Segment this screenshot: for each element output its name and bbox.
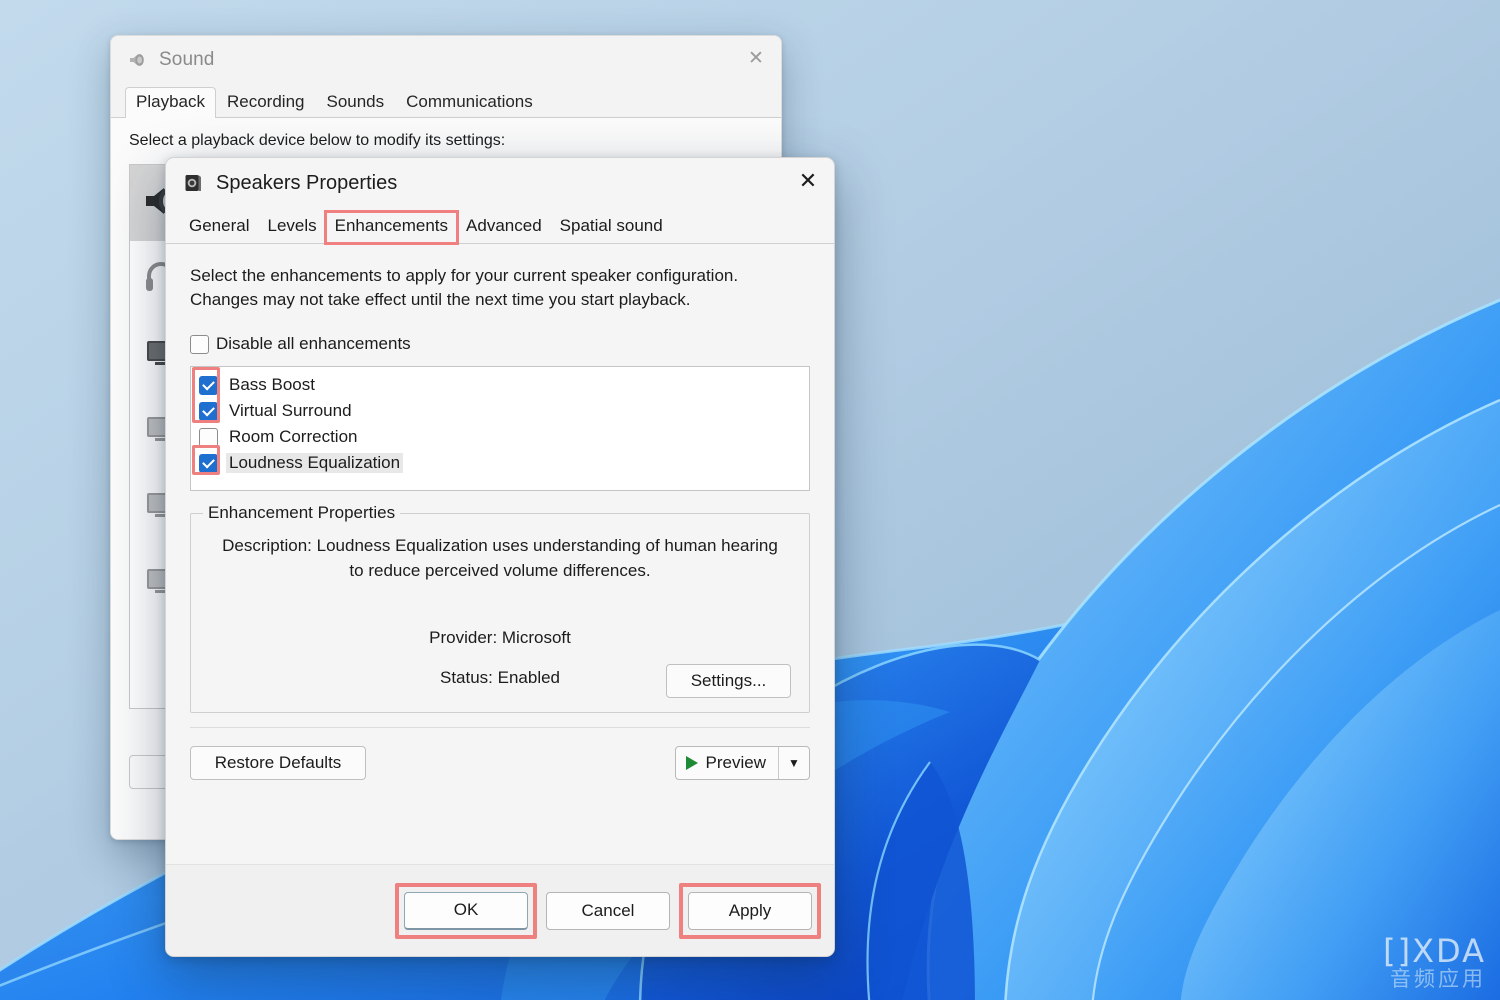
playback-instruction: Select a playback device below to modify…	[129, 132, 506, 149]
ok-button-annotation: OK	[395, 882, 537, 939]
enhancement-item-virtual-surround[interactable]: Virtual Surround	[197, 398, 803, 424]
disable-all-enhancements-checkbox[interactable]	[190, 334, 209, 354]
sound-titlebar[interactable]: Sound ✕	[111, 36, 781, 84]
tab-spatial-sound[interactable]: Spatial sound	[551, 212, 672, 243]
enhancement-provider: Provider: Microsoft	[429, 627, 571, 647]
desktop: Sound ✕ Playback Recording Sounds Commun…	[0, 0, 1500, 1000]
tab-communications[interactable]: Communications	[395, 87, 544, 118]
tab-playback[interactable]: Playback	[125, 87, 216, 118]
watermark: []XDA 音频应用	[1383, 935, 1486, 990]
settings-button[interactable]: Settings...	[666, 664, 791, 699]
room-correction-checkbox[interactable]	[199, 427, 218, 447]
play-icon	[685, 756, 698, 771]
speaker-box-icon	[182, 172, 204, 194]
watermark-subtitle: 音频应用	[1390, 968, 1486, 991]
speaker-icon	[127, 50, 147, 70]
watermark-brand: []XDA	[1383, 932, 1486, 970]
cancel-button[interactable]: Cancel	[546, 891, 670, 930]
enhancements-list[interactable]: Bass Boost Virtual Surround Room Correct…	[190, 366, 810, 492]
tab-advanced[interactable]: Advanced	[457, 212, 551, 243]
tab-levels[interactable]: Levels	[258, 212, 325, 243]
enhancements-intro-text: Select the enhancements to apply for you…	[190, 266, 739, 310]
properties-dialog-title: Speakers Properties	[216, 171, 398, 194]
properties-titlebar[interactable]: Speakers Properties ✕	[166, 158, 834, 208]
enhancement-properties-legend: Enhancement Properties	[203, 503, 401, 524]
enhancement-item-room-correction[interactable]: Room Correction	[197, 424, 803, 450]
sound-tab-bar[interactable]: Playback Recording Sounds Communications	[111, 84, 781, 118]
sound-window-title: Sound	[159, 49, 215, 70]
close-icon[interactable]: ✕	[782, 158, 834, 204]
bass-boost-checkbox[interactable]	[199, 375, 218, 395]
enhancement-label: Room Correction	[229, 427, 358, 447]
apply-button-annotation: Apply	[679, 882, 821, 939]
loudness-equalization-checkbox[interactable]	[199, 453, 218, 473]
enhancement-label: Virtual Surround	[229, 401, 352, 421]
enhancement-label: Bass Boost	[229, 375, 315, 395]
virtual-surround-checkbox[interactable]	[199, 401, 218, 421]
speakers-properties-dialog[interactable]: Speakers Properties ✕ General Levels Enh…	[165, 157, 835, 957]
enhancement-description: Description: Loudness Equalization uses …	[222, 536, 778, 580]
ok-button[interactable]: OK	[404, 891, 528, 930]
disable-all-enhancements-label: Disable all enhancements	[216, 334, 411, 354]
enhancement-properties-group: Enhancement Properties Description: Loud…	[190, 503, 810, 714]
properties-tab-bar[interactable]: General Levels Enhancements Advanced Spa…	[166, 208, 834, 245]
tab-general[interactable]: General	[180, 212, 258, 243]
chevron-down-icon[interactable]: ▼	[779, 747, 809, 779]
section-divider	[190, 727, 810, 729]
tab-enhancements[interactable]: Enhancements	[323, 210, 460, 245]
preview-button-label: Preview	[705, 753, 766, 773]
close-icon[interactable]: ✕	[731, 36, 781, 80]
enhancement-label: Loudness Equalization	[226, 453, 404, 474]
tab-sounds[interactable]: Sounds	[315, 87, 395, 118]
cancel-button-wrap: Cancel	[546, 891, 670, 930]
enhancement-actions-row: Restore Defaults Preview ▼	[190, 746, 810, 781]
dialog-footer: OK Cancel Apply	[166, 864, 834, 956]
preview-split-button[interactable]: Preview ▼	[674, 746, 810, 781]
apply-button[interactable]: Apply	[688, 891, 812, 930]
preview-button[interactable]: Preview	[676, 747, 779, 780]
enhancement-item-bass-boost[interactable]: Bass Boost	[197, 372, 803, 398]
disable-all-enhancements-row[interactable]: Disable all enhancements	[190, 334, 810, 354]
tab-recording[interactable]: Recording	[216, 87, 316, 118]
enhancements-tab-panel: Select the enhancements to apply for you…	[166, 244, 834, 956]
restore-defaults-button[interactable]: Restore Defaults	[190, 746, 366, 781]
enhancement-item-loudness-equalization[interactable]: Loudness Equalization	[197, 450, 803, 476]
